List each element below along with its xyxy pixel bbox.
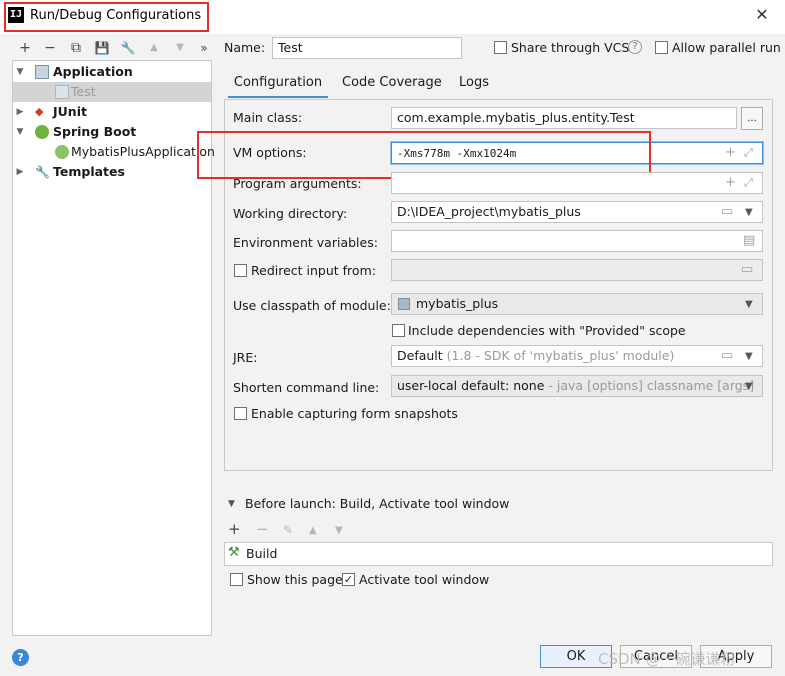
browse-button[interactable]: ... [741,107,763,130]
application-config-icon [55,85,69,99]
config-tree: ▼ Application Test ▶ ◆ JUnit ▼ Spring Bo… [12,60,215,636]
module-icon [398,298,410,310]
chevron-down-icon[interactable]: ▼ [745,297,753,313]
highlight-box-title [4,2,209,32]
task-label: Build [246,546,278,561]
main-class-field[interactable]: com.example.mybatis_plus.entity.Test [391,107,737,129]
folder-icon[interactable]: ▭ [721,204,733,220]
include-dependencies-checkbox[interactable] [392,324,405,337]
remove-task-icon[interactable]: − [256,521,269,537]
tree-item-label: Spring Boot [53,124,137,139]
show-page-checkbox[interactable] [230,573,243,586]
add-icon[interactable]: + [17,40,33,56]
environment-variables-field[interactable] [391,230,763,252]
move-down-icon[interactable]: ▼ [335,523,343,539]
tree-item-junit[interactable]: ▶ ◆ JUnit [13,102,211,122]
tree-item-label: Application [53,64,133,79]
include-dependencies-label: Include dependencies with "Provided" sco… [408,323,686,338]
enable-snapshots-label: Enable capturing form snapshots [251,406,458,421]
tree-item-label: Test [71,84,96,99]
shorten-command-label: Shorten command line: [233,380,380,395]
spring-boot-icon [35,125,49,139]
environment-variables-label: Environment variables: [233,235,378,250]
save-icon[interactable]: 💾 [94,40,110,56]
chevron-down-icon[interactable]: ▼ [745,379,753,395]
before-launch-title[interactable]: Before launch: Build, Activate tool wind… [245,496,509,511]
add-task-icon[interactable]: + [228,521,241,537]
tree-item-label: Templates [53,164,125,179]
tree-item-label: MybatisPlusApplication [71,144,215,159]
move-down-icon[interactable]: ▼ [172,40,188,56]
classpath-module-combo[interactable]: mybatis_plus [391,293,763,315]
jre-hint: (1.8 - SDK of 'mybatis_plus' module) [446,348,675,363]
hammer-icon: ⚒ [228,545,240,560]
shorten-hint: - java [options] classname [args] [548,378,755,393]
chevron-down-icon[interactable]: ▼ [745,205,753,221]
chevron-down-icon[interactable]: ▼ [15,122,25,142]
main-class-label: Main class: [233,110,303,125]
chevron-right-icon[interactable]: ▶ [15,162,25,182]
name-field[interactable]: Test [272,37,462,59]
list-item[interactable]: ⚒ Build [225,543,772,565]
before-launch-list: ⚒ Build [224,542,773,566]
allow-parallel-checkbox[interactable] [655,41,668,54]
plus-icon[interactable]: + [725,145,736,161]
more-icon[interactable]: » [196,40,212,56]
folder-icon[interactable]: ▭ [721,348,733,364]
junit-icon: ◆ [35,105,44,118]
tab-configuration[interactable]: Configuration [228,72,328,98]
remove-icon[interactable]: − [42,40,58,56]
activate-tool-window-checkbox[interactable]: ✓ [342,573,355,586]
chevron-right-icon[interactable]: ▶ [15,102,25,122]
activate-tool-window-label: Activate tool window [359,572,490,587]
enable-snapshots-checkbox[interactable] [234,407,247,420]
chevron-down-icon[interactable]: ▼ [15,62,25,82]
chevron-down-icon[interactable]: ▼ [745,349,753,365]
close-icon[interactable]: ✕ [752,5,772,25]
allow-parallel-label: Allow parallel run [672,40,781,55]
tree-item-templates[interactable]: ▶ 🔧 Templates [13,162,211,182]
jre-combo[interactable]: Default (1.8 - SDK of 'mybatis_plus' mod… [391,345,763,367]
program-arguments-label: Program arguments: [233,176,362,191]
chevron-down-icon[interactable]: ▼ [228,499,235,509]
tree-item-label: JUnit [53,104,87,119]
share-vcs-label: Share through VCS [511,40,630,55]
tree-item-mybatisplusapplication[interactable]: MybatisPlusApplication [13,142,215,162]
tree-item-spring-boot[interactable]: ▼ Spring Boot [13,122,211,142]
jre-label: JRE: [233,350,258,365]
edit-task-icon[interactable]: ✎ [283,522,293,538]
watermark: CSDN @一碗谦谦粉 [598,650,736,668]
tab-code-coverage[interactable]: Code Coverage [342,72,442,98]
folder-icon[interactable]: ▭ [741,262,753,278]
expand-icon[interactable]: ⤢ [744,175,753,191]
expand-icon[interactable]: ⤢ [744,145,753,161]
shorten-value: user-local default: none [397,378,545,393]
working-directory-label: Working directory: [233,206,348,221]
share-vcs-checkbox[interactable] [494,41,507,54]
help-circle-icon[interactable]: ? [628,40,642,54]
wrench-icon[interactable]: 🔧 [120,40,136,56]
name-label: Name: [224,40,266,55]
tab-logs[interactable]: Logs [459,72,489,98]
move-up-icon[interactable]: ▲ [146,40,162,56]
move-up-icon[interactable]: ▲ [309,523,317,539]
redirect-input-checkbox[interactable] [234,264,247,277]
plus-icon[interactable]: + [725,175,736,191]
tree-item-application[interactable]: ▼ Application [13,62,211,82]
help-icon[interactable]: ? [12,649,29,666]
spring-boot-config-icon [55,145,69,159]
shorten-command-combo[interactable]: user-local default: none - java [options… [391,375,763,397]
show-page-label: Show this page [247,572,343,587]
jre-value: Default [397,348,443,363]
application-icon [35,65,49,79]
list-icon[interactable]: ▤ [743,233,755,249]
copy-icon[interactable]: ⧉ [68,40,84,56]
program-arguments-field[interactable] [391,172,763,194]
tree-item-test[interactable]: Test [13,82,211,102]
working-directory-field[interactable]: D:\IDEA_project\mybatis_plus [391,201,763,223]
redirect-input-field[interactable] [391,259,763,281]
wrench-icon: 🔧 [35,165,50,179]
redirect-input-label: Redirect input from: [251,263,376,278]
classpath-module-label: Use classpath of module: [233,298,391,313]
